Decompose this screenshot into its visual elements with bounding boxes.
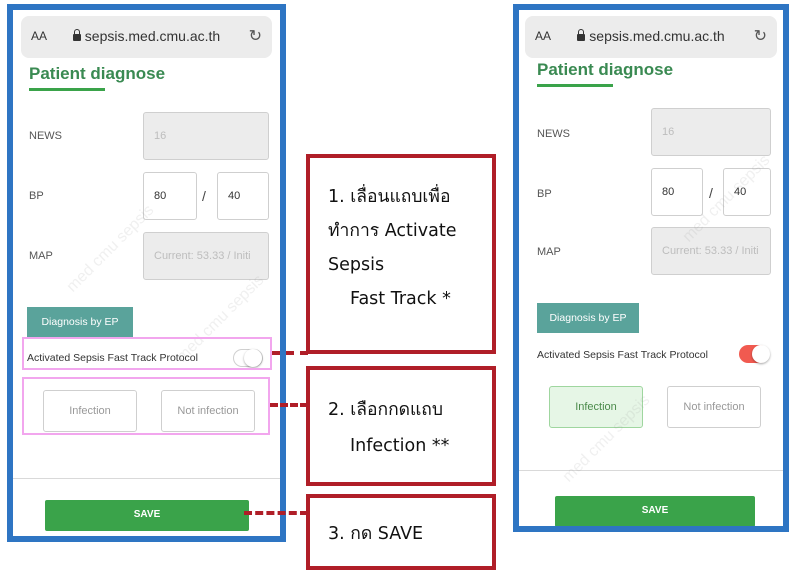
map-label: MAP [29,250,53,262]
callout-step-1: 1. เลื่อนแถบเพื่อ ทำการ Activate Sepsis … [306,154,496,354]
page-title: Patient diagnose [537,60,674,79]
lock-icon [577,29,586,41]
connector-step-2 [270,403,308,407]
browser-address-bar[interactable]: AA sepsis.med.cmu.ac.th ↻ [21,16,272,58]
url-display[interactable]: sepsis.med.cmu.ac.th [525,28,777,44]
map-label: MAP [537,246,561,258]
lock-icon [72,29,81,41]
callout-step-2: 2. เลือกกดแถบ Infection ** [306,366,496,486]
phone-screenshot-after: AA sepsis.med.cmu.ac.th ↻ Patient diagno… [513,4,789,532]
callout-step-1-line-1: 1. เลื่อนแถบเพื่อ [328,187,451,207]
connector-step-3 [244,511,308,515]
callout-step-2-line-2: Infection ** [350,436,450,456]
bp-separator: / [709,185,713,201]
bp-systolic-field[interactable]: 80 [651,168,703,216]
map-field: Current: 53.33 / Initi [651,227,771,275]
callout-step-3-line-1: 3. กด SAVE [328,524,424,544]
highlight-infection-options [22,377,270,435]
diagnosis-by-ep-button[interactable]: Diagnosis by EP [537,303,639,333]
url-text: sepsis.med.cmu.ac.th [84,28,221,44]
news-field: 16 [143,112,269,160]
divider [13,478,280,479]
news-label: NEWS [537,128,570,140]
news-label: NEWS [29,130,62,142]
callout-step-1-line-2: ทำการ Activate [328,221,457,241]
reload-icon[interactable]: ↻ [249,26,262,46]
phone-screenshot-before: AA sepsis.med.cmu.ac.th ↻ Patient diagno… [7,4,286,542]
bp-separator: / [202,188,206,204]
fast-track-label: Activated Sepsis Fast Track Protocol [537,349,708,361]
callout-step-3: 3. กด SAVE [306,494,496,570]
reload-icon[interactable]: ↻ [754,26,767,46]
callout-step-1-line-3: Sepsis [328,255,385,275]
divider [519,470,783,471]
bp-diastolic-field[interactable]: 40 [217,172,269,220]
title-underline [29,88,105,91]
highlight-fast-track [22,337,272,370]
url-text: sepsis.med.cmu.ac.th [589,28,725,44]
browser-address-bar[interactable]: AA sepsis.med.cmu.ac.th ↻ [525,16,777,58]
url-display[interactable]: sepsis.med.cmu.ac.th [21,28,272,44]
toggle-knob [752,345,770,363]
fast-track-toggle[interactable] [739,345,770,363]
callout-step-1-line-4: Fast Track * [350,289,451,309]
callout-step-2-line-1: 2. เลือกกดแถบ [328,400,444,420]
title-underline [537,84,613,87]
save-button[interactable]: SAVE [45,500,249,531]
save-button[interactable]: SAVE [555,496,755,526]
bp-label: BP [537,188,552,200]
not-infection-button[interactable]: Not infection [667,386,761,428]
diagnosis-by-ep-button[interactable]: Diagnosis by EP [27,307,133,337]
map-field: Current: 53.33 / Initi [143,232,269,280]
news-field: 16 [651,108,771,156]
connector-step-1 [272,351,308,355]
page-title: Patient diagnose [29,64,166,83]
bp-label: BP [29,190,44,202]
